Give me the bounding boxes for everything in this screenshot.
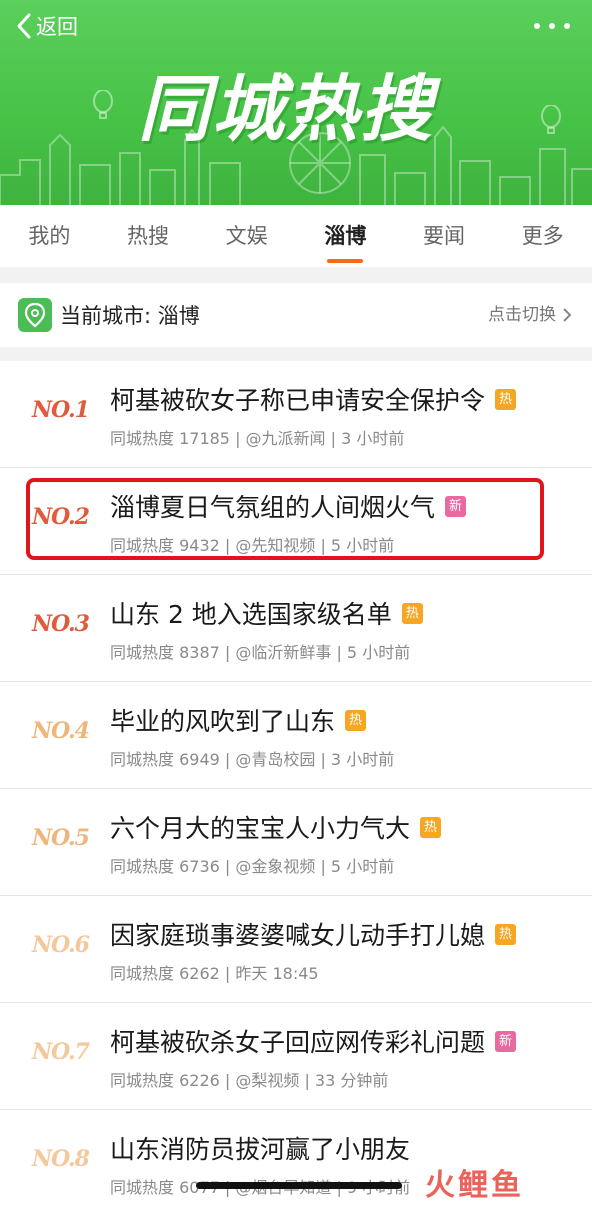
list-item[interactable]: NO.7 柯基被砍杀女子回应网传彩礼问题新 同城热度 6226 | @梨视频 |… [0,1003,592,1110]
balloon-icon [541,105,561,134]
tab-entertainment[interactable]: 文娱 [197,205,296,267]
item-title-text: 毕业的风吹到了山东 [110,707,336,736]
banner-title: 同城热搜 [138,67,435,151]
item-title-text: 柯基被砍杀女子回应网传彩礼问题 [110,1028,486,1057]
rank-label: NO.5 [32,825,90,851]
balloon-icon [93,90,113,119]
switch-city-button[interactable]: 点击切换 [488,283,572,347]
item-title-text: 山东 2 地入选国家级名单 [110,600,392,629]
item-title-text: 因家庭琐事婆婆喊女儿动手打儿媳 [110,921,486,950]
item-title-text: 柯基被砍女子称已申请安全保护令 [110,386,486,415]
chevron-left-icon [17,13,31,39]
hot-badge: 热 [495,388,517,410]
list-item[interactable]: NO.6 因家庭琐事婆婆喊女儿动手打儿媳热 同城热度 6262 | 昨天 18:… [0,896,592,1003]
list-item[interactable]: NO.1 柯基被砍女子称已申请安全保护令热 同城热度 17185 | @九派新闻… [0,361,592,468]
new-badge: 新 [445,495,467,517]
current-city-bar: 当前城市: 淄博 点击切换 [0,283,592,347]
home-indicator[interactable] [196,1182,402,1189]
item-title-text: 淄博夏日气氛组的人间烟火气 [110,493,436,522]
rank-label: NO.8 [32,1146,90,1172]
item-meta: 同城热度 6736 | @金象视频 | 5 小时前 [110,857,395,876]
hot-badge: 热 [345,709,367,731]
dot-icon [564,23,570,29]
hot-badge: 热 [420,816,442,838]
rank-label: NO.1 [32,397,90,423]
hot-badge: 热 [495,923,517,945]
list-item[interactable]: NO.5 六个月大的宝宝人小力气大热 同城热度 6736 | @金象视频 | 5… [0,789,592,896]
dot-icon [549,23,555,29]
hot-search-list: NO.1 柯基被砍女子称已申请安全保护令热 同城热度 17185 | @九派新闻… [0,361,592,1216]
item-title: 柯基被砍杀女子回应网传彩礼问题新 [110,1023,517,1059]
switch-city-label: 点击切换 [488,305,556,325]
item-meta: 同城热度 6949 | @青岛校园 | 3 小时前 [110,750,395,769]
new-badge: 新 [495,1030,517,1052]
item-title: 毕业的风吹到了山东热 [110,702,367,738]
tab-hot-search[interactable]: 热搜 [99,205,198,267]
item-meta: 同城热度 9432 | @先知视频 | 5 小时前 [110,536,395,555]
back-label: 返回 [36,15,78,39]
category-tabs: 我的 热搜 文娱 淄博 要闻 更多 [0,205,592,267]
rank-label: NO.6 [32,932,90,958]
list-item[interactable]: NO.4 毕业的风吹到了山东热 同城热度 6949 | @青岛校园 | 3 小时… [0,682,592,789]
item-title-text: 六个月大的宝宝人小力气大 [110,814,411,843]
tab-zibo[interactable]: 淄博 [296,205,395,267]
item-title: 柯基被砍女子称已申请安全保护令热 [110,381,517,417]
back-button[interactable]: 返回 [14,8,78,44]
header-banner: 返回 同城热搜 [0,0,592,205]
tab-news[interactable]: 要闻 [395,205,494,267]
item-title-text: 山东消防员拔河赢了小朋友 [110,1135,411,1164]
item-title: 六个月大的宝宝人小力气大热 [110,809,442,845]
rank-label: NO.2 [32,504,90,530]
item-meta: 同城热度 6262 | 昨天 18:45 [110,964,319,983]
list-item[interactable]: NO.3 山东 2 地入选国家级名单热 同城热度 8387 | @临沂新鲜事 |… [0,575,592,682]
location-pin-icon [18,298,52,332]
tab-mine[interactable]: 我的 [0,205,99,267]
watermark-logo: 火鲤鱼 [425,1168,524,1203]
item-title: 因家庭琐事婆婆喊女儿动手打儿媳热 [110,916,517,952]
tab-more[interactable]: 更多 [493,205,592,267]
hot-badge: 热 [401,602,423,624]
rank-label: NO.4 [32,718,90,744]
item-meta: 同城热度 17185 | @九派新闻 | 3 小时前 [110,429,405,448]
dot-icon [534,23,540,29]
item-meta: 同城热度 6226 | @梨视频 | 33 分钟前 [110,1071,389,1090]
item-title: 山东 2 地入选国家级名单热 [110,595,423,631]
item-title: 山东消防员拔河赢了小朋友 [110,1130,410,1166]
rank-label: NO.3 [32,611,90,637]
item-meta: 同城热度 8387 | @临沂新鲜事 | 5 小时前 [110,643,411,662]
chevron-right-icon [563,308,572,322]
item-title: 淄博夏日气氛组的人间烟火气新 [110,488,467,524]
current-city-label: 当前城市: 淄博 [60,304,200,328]
rank-label: NO.7 [32,1039,90,1065]
more-options-button[interactable] [534,16,570,36]
list-item[interactable]: NO.2 淄博夏日气氛组的人间烟火气新 同城热度 9432 | @先知视频 | … [0,468,592,575]
